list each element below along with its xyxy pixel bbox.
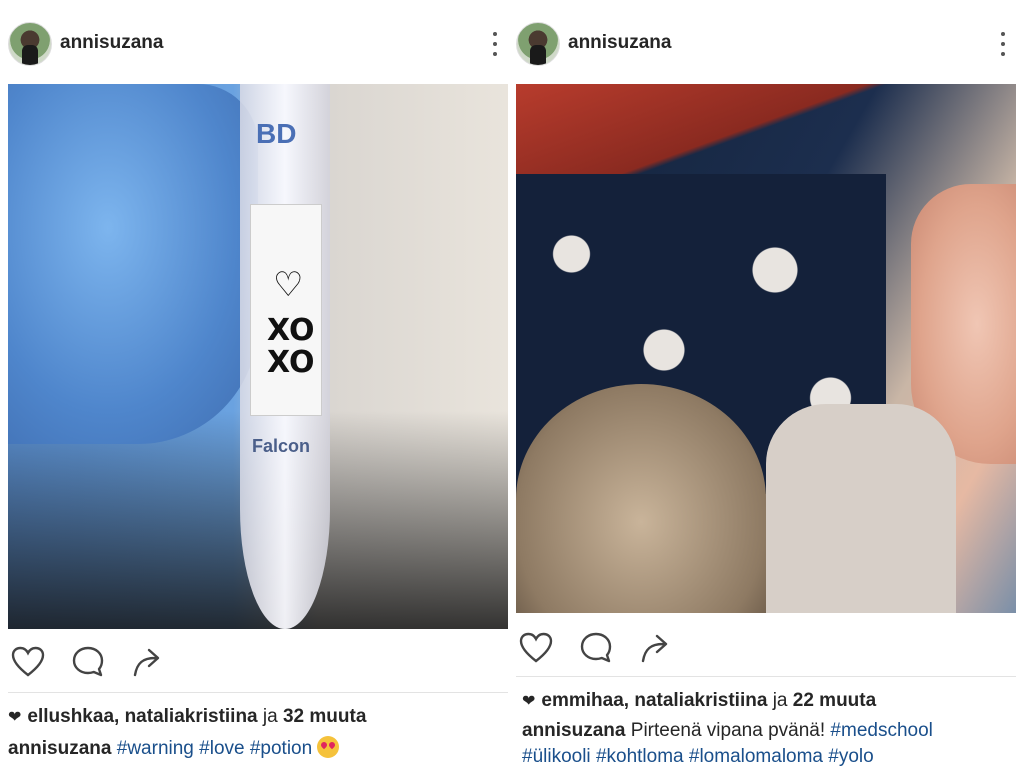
caption-username[interactable]: annisuzana — [522, 720, 625, 741]
tube-sticker: ♡ XO XO — [250, 204, 322, 416]
avatar[interactable] — [516, 22, 560, 66]
hashtag[interactable]: #medschool — [830, 720, 932, 741]
likes-count[interactable]: 32 muuta — [283, 706, 366, 727]
more-vertical-icon[interactable] — [1000, 32, 1006, 56]
likes-conjunction: ja — [772, 690, 788, 711]
hashtag[interactable]: #warning — [117, 738, 194, 759]
likes-line[interactable]: ❤ emmihaa, nataliakristiina ja 22 muuta — [522, 690, 876, 712]
sweater-shape — [766, 404, 956, 613]
post-actions — [516, 626, 1016, 670]
likes-count[interactable]: 22 muuta — [793, 690, 876, 711]
share-arrow-icon[interactable] — [636, 628, 676, 668]
divider — [8, 692, 508, 693]
hashtag[interactable]: #potion — [250, 738, 312, 759]
blue-glove-shape — [8, 84, 258, 444]
avatar[interactable] — [8, 22, 52, 66]
falcon-tube-shape: BD ♡ XO XO Falcon — [240, 84, 330, 629]
caption-text: Pirteenä vipana pvänä! — [630, 720, 826, 741]
tube-xo-drawing: XO XO — [267, 313, 315, 380]
likers-names[interactable]: emmihaa, nataliakristiina — [541, 690, 767, 711]
caption-username[interactable]: annisuzana — [8, 738, 111, 759]
tube-heart-drawing: ♡ — [273, 266, 304, 304]
more-vertical-icon[interactable] — [492, 32, 498, 56]
post-header: annisuzana — [516, 20, 1016, 68]
post-username[interactable]: annisuzana — [60, 32, 163, 54]
tube-brand-label: BD — [256, 118, 297, 149]
heart-filled-icon: ❤ — [522, 693, 536, 710]
hashtag[interactable]: #ülikooli — [522, 746, 591, 767]
post-actions — [8, 640, 508, 684]
instagram-post: annisuzana ❤ emmihaa, nataliakristiina ja… — [516, 0, 1016, 778]
hair-shape — [516, 384, 766, 613]
share-arrow-icon[interactable] — [128, 642, 168, 682]
likes-line[interactable]: ❤ ellushkaa, nataliakristiina ja 32 muuta — [8, 706, 366, 728]
tube-falcon-label: Falcon — [252, 436, 311, 456]
likes-conjunction: ja — [262, 706, 278, 727]
hashtag[interactable]: #kohtloma — [596, 746, 684, 767]
divider — [516, 676, 1016, 677]
comment-bubble-icon[interactable] — [68, 642, 108, 682]
heart-filled-icon: ❤ — [8, 709, 22, 726]
likers-names[interactable]: ellushkaa, nataliakristiina — [27, 706, 257, 727]
post-header: annisuzana — [8, 20, 508, 68]
post-photo[interactable] — [516, 84, 1016, 613]
hashtag[interactable]: #lomalomaloma — [689, 746, 823, 767]
hashtag[interactable]: #love — [199, 738, 244, 759]
hashtag[interactable]: #yolo — [828, 746, 873, 767]
post-username[interactable]: annisuzana — [568, 32, 671, 54]
post-caption: annisuzana #warning #love #potion — [8, 736, 508, 762]
heart-outline-icon[interactable] — [516, 628, 556, 668]
instagram-post: annisuzana BD ♡ XO XO Falcon ❤ ellushkaa… — [8, 0, 508, 778]
heart-outline-icon[interactable] — [8, 642, 48, 682]
post-photo[interactable]: BD ♡ XO XO Falcon — [8, 84, 508, 629]
heart-eyes-emoji-icon — [317, 736, 340, 758]
comment-bubble-icon[interactable] — [576, 628, 616, 668]
post-caption: annisuzana Pirteenä vipana pvänä! #medsc… — [522, 718, 1022, 770]
